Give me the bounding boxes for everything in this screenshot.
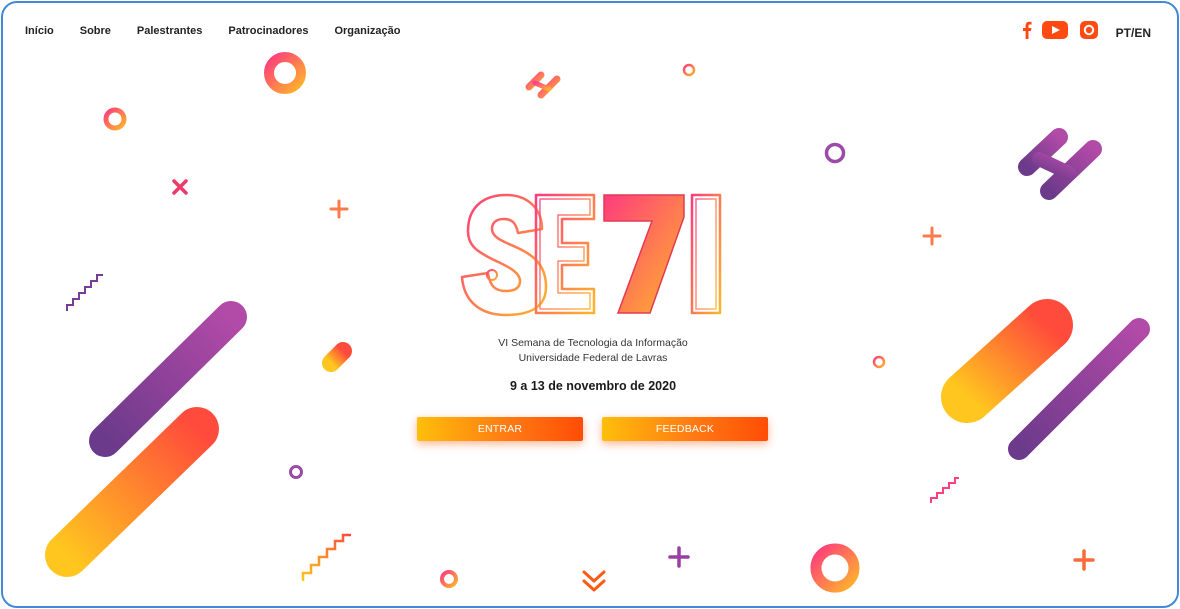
top-h-shape (525, 71, 561, 99)
zigzag-left (66, 274, 103, 311)
event-subtitle: VI Semana de Tecnologia da Informação Un… (3, 336, 1177, 366)
entrar-button[interactable]: ENTRAR (417, 417, 583, 441)
plus-right (922, 226, 942, 246)
nav-item-sobre[interactable]: Sobre (80, 25, 111, 37)
se7i-logo (460, 193, 722, 317)
nav-item-patrocinadores[interactable]: Patrocinadores (228, 25, 308, 37)
zigzag-bottom-left (301, 533, 351, 581)
social-links: PT/EN (1022, 21, 1151, 44)
ring-top-left (264, 52, 306, 94)
language-toggle[interactable]: PT/EN (1116, 26, 1151, 40)
top-nav: Início Sobre Palestrantes Patrocinadores… (25, 25, 426, 37)
ring-purple-bottom (289, 465, 303, 479)
feedback-button[interactable]: FEEDBACK (602, 417, 768, 441)
left-orange-pill (45, 407, 219, 577)
plus-bottom-purple (668, 546, 690, 568)
nav-item-organizacao[interactable]: Organização (334, 25, 400, 37)
scroll-down-icon[interactable] (581, 569, 607, 598)
plus-bottom-right (1073, 549, 1095, 571)
x-mark-left (172, 179, 188, 195)
zigzag-right (930, 477, 959, 503)
subtitle-line-2: Universidade Federal de Lavras (518, 352, 668, 364)
plus-left (329, 199, 349, 219)
event-dates: 9 a 13 de novembro de 2020 (509, 379, 677, 393)
subtitle-line-1: VI Semana de Tecnologia da Informação (498, 337, 688, 349)
nav-item-palestrantes[interactable]: Palestrantes (137, 25, 202, 37)
ring-bottom-small (440, 570, 458, 588)
instagram-icon[interactable] (1079, 21, 1098, 44)
right-h-shape (1018, 128, 1102, 200)
youtube-icon[interactable] (1041, 21, 1068, 44)
decorative-shapes (45, 52, 1150, 593)
facebook-icon[interactable] (1022, 21, 1032, 44)
page-frame: Início Sobre Palestrantes Patrocinadores… (1, 1, 1179, 608)
ring-purple-top (824, 142, 846, 164)
nav-item-inicio[interactable]: Início (25, 25, 54, 37)
ring-left (103, 107, 127, 131)
ring-top-small (682, 63, 696, 77)
ring-bottom-large (810, 543, 860, 593)
